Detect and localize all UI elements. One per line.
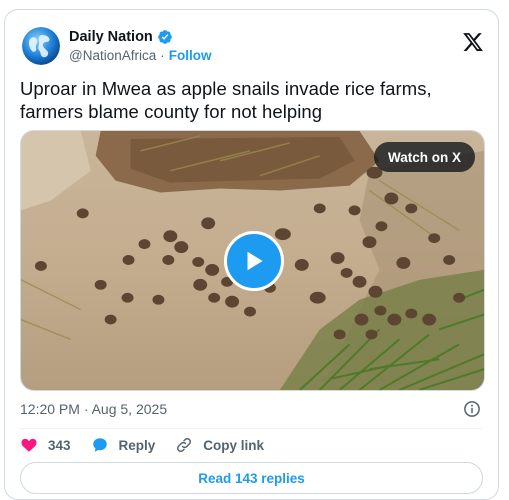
watch-on-x-button[interactable]: Watch on X — [374, 142, 475, 172]
reply-button[interactable]: Reply — [91, 436, 156, 454]
tweet-header: Daily Nation @NationAfrica · Follow — [22, 23, 484, 69]
globe-avatar-icon — [22, 27, 60, 65]
info-icon[interactable] — [463, 400, 481, 418]
tweet-text: Uproar in Mwea as apple snails invade ri… — [20, 78, 432, 122]
x-logo-icon[interactable] — [462, 31, 484, 53]
timestamp-row: 12:20 PM · Aug 5, 2025 — [20, 398, 481, 420]
copy-link-label: Copy link — [203, 437, 265, 453]
play-icon — [247, 251, 263, 271]
like-count: 343 — [48, 437, 71, 453]
divider — [20, 428, 483, 429]
copy-link-button[interactable]: Copy link — [175, 436, 264, 454]
verified-badge-icon — [157, 29, 173, 45]
separator-dot: · — [160, 48, 165, 63]
follow-button[interactable]: Follow — [169, 48, 212, 63]
read-replies-button[interactable]: Read 143 replies — [20, 462, 483, 494]
heart-icon — [20, 436, 38, 454]
handle[interactable]: @NationAfrica — [69, 48, 156, 63]
play-button[interactable] — [224, 231, 284, 291]
display-name[interactable]: Daily Nation — [69, 29, 153, 45]
avatar[interactable] — [22, 27, 60, 65]
video-media[interactable]: Watch on X — [20, 130, 485, 391]
like-button[interactable]: 343 — [20, 436, 71, 454]
tweet-embed-card: Daily Nation @NationAfrica · Follow Upro… — [4, 9, 499, 500]
action-bar: 343 Reply Copy link — [20, 434, 284, 456]
link-icon — [175, 436, 193, 454]
reply-bubble-icon — [91, 436, 109, 454]
reply-label: Reply — [118, 437, 156, 453]
timestamp[interactable]: 12:20 PM · Aug 5, 2025 — [20, 401, 167, 417]
